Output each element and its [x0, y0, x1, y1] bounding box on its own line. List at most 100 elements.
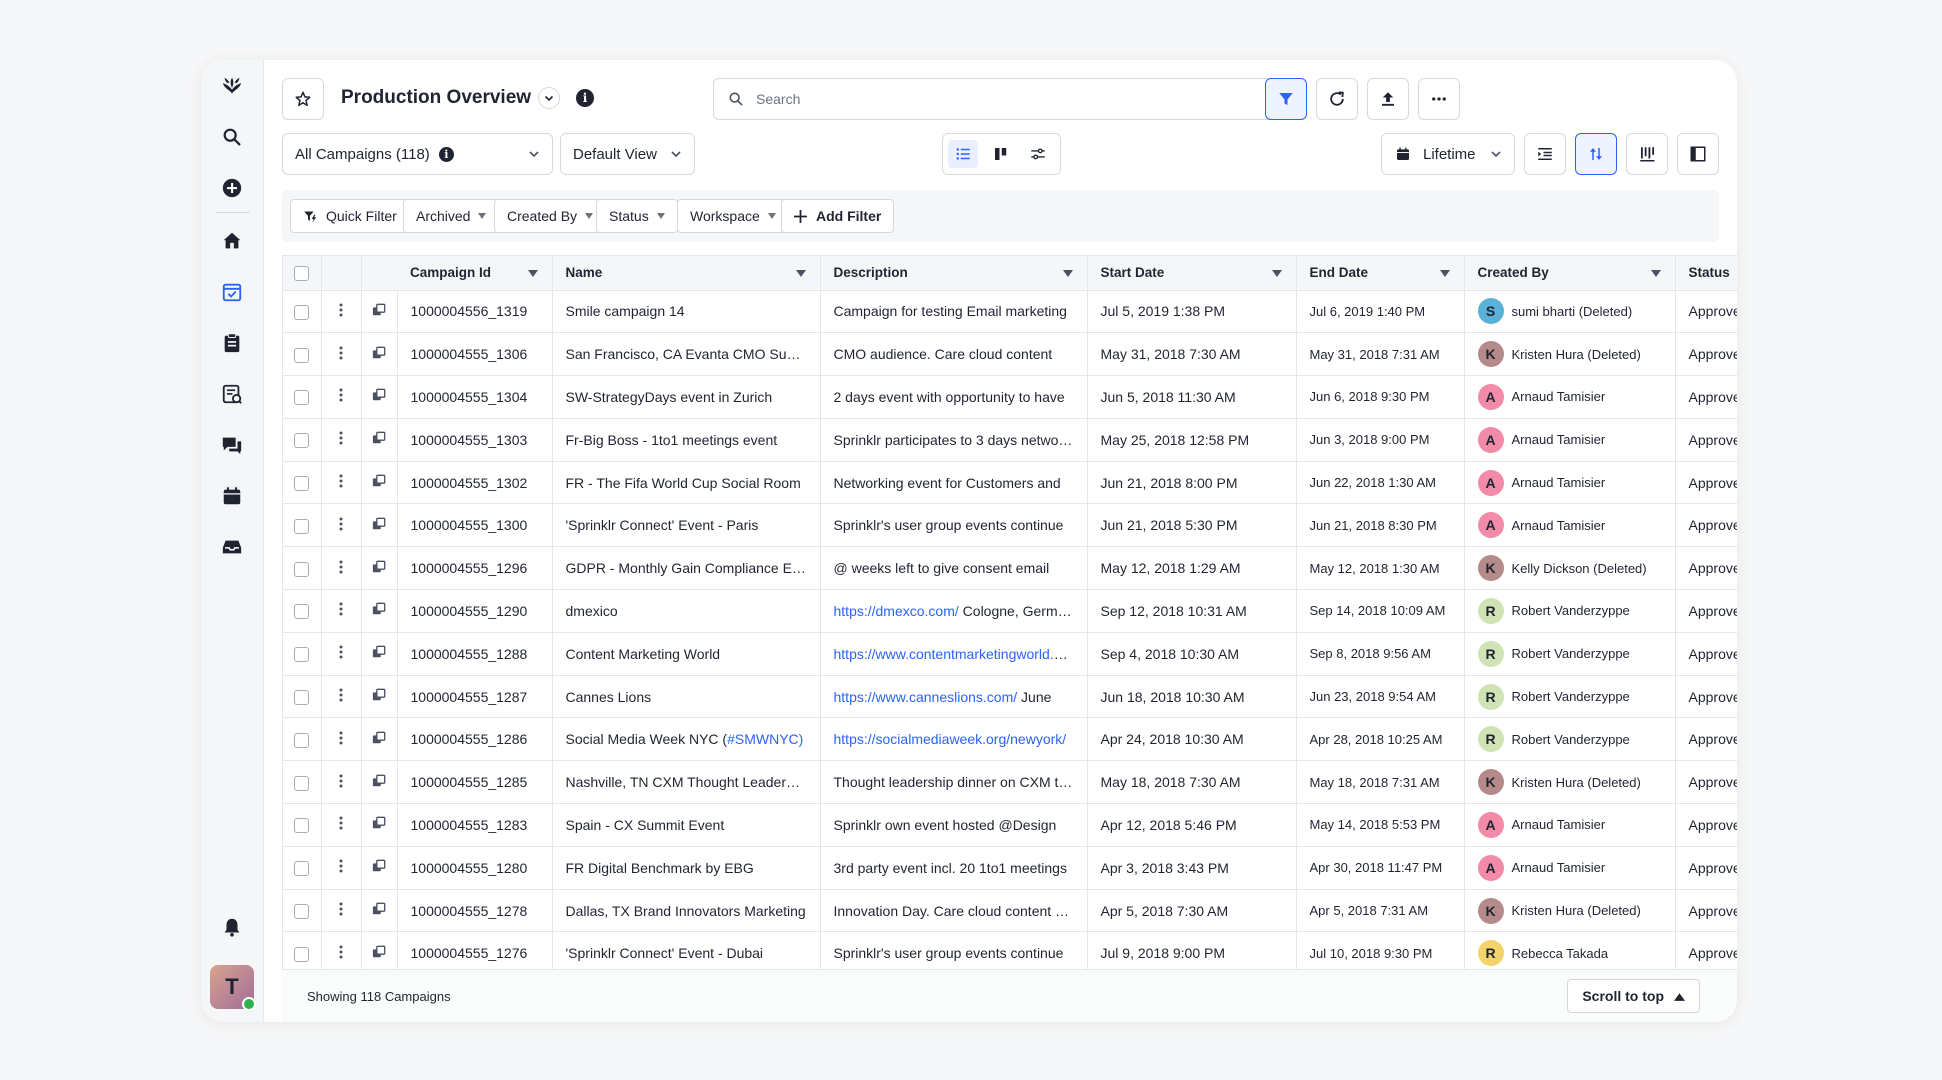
- row-actions-kebab-icon[interactable]: [339, 816, 343, 830]
- table-row[interactable]: 1000004555_1287 Cannes Lions https://www.c…: [283, 675, 1737, 719]
- row-checkbox[interactable]: [294, 903, 309, 919]
- description-link[interactable]: https://www.contentmarketingworld.com/: [834, 646, 1085, 662]
- row-actions-kebab-icon[interactable]: [339, 945, 343, 959]
- table-row[interactable]: 1000004555_1300 'Sprinklr Connect' Event …: [283, 503, 1737, 548]
- table-row[interactable]: 1000004555_1276 'Sprinklr Connect' Event …: [283, 931, 1737, 969]
- row-checkbox[interactable]: [294, 732, 309, 748]
- campaign-name[interactable]: Spain - CX Summit Event: [566, 817, 725, 833]
- description-link[interactable]: https://dmexco.com/: [834, 603, 959, 619]
- campaign-name[interactable]: SW-StrategyDays event in Zurich: [566, 389, 773, 405]
- search-icon[interactable]: [218, 123, 246, 151]
- table-row[interactable]: 1000004555_1278 Dallas, TX Brand Innovato…: [283, 889, 1737, 933]
- row-actions-kebab-icon[interactable]: [339, 431, 343, 445]
- add-icon[interactable]: [218, 174, 246, 202]
- row-actions-kebab-icon[interactable]: [339, 774, 343, 788]
- campaign-name[interactable]: 'Sprinklr Connect' Event - Dubai: [566, 945, 764, 961]
- scroll-to-top-button[interactable]: Scroll to top: [1567, 979, 1700, 1013]
- export-button[interactable]: [1367, 78, 1409, 120]
- campaign-name[interactable]: GDPR - Monthly Gain Compliance Email: [566, 560, 818, 576]
- row-actions-kebab-icon[interactable]: [339, 645, 343, 659]
- row-actions-kebab-icon[interactable]: [339, 688, 343, 702]
- title-dropdown-button[interactable]: [538, 87, 560, 109]
- sprinklr-logo-icon[interactable]: [218, 72, 246, 100]
- campaign-name[interactable]: FR - The Fifa World Cup Social Room: [566, 475, 801, 491]
- campaign-select[interactable]: All Campaigns (118) i: [282, 133, 553, 175]
- board-view-button[interactable]: [986, 140, 1016, 168]
- row-actions-kebab-icon[interactable]: [339, 602, 343, 616]
- row-checkbox[interactable]: [294, 347, 309, 363]
- info-icon[interactable]: i: [576, 89, 594, 107]
- notifications-bell-icon[interactable]: [218, 913, 246, 941]
- row-checkbox[interactable]: [294, 818, 309, 834]
- report-icon[interactable]: [218, 380, 246, 408]
- table-row[interactable]: 1000004555_1303 Fr-Big Boss - 1to1 meetin…: [283, 418, 1737, 462]
- add-filter-button[interactable]: Add Filter: [781, 199, 895, 233]
- row-checkbox[interactable]: [294, 390, 309, 406]
- workspace-filter-chip[interactable]: Workspace: [677, 199, 789, 233]
- row-checkbox[interactable]: [294, 647, 309, 663]
- row-checkbox[interactable]: [294, 518, 309, 534]
- table-row[interactable]: 1000004555_1302 FR - The Fifa World Cup S…: [283, 461, 1737, 505]
- row-actions-kebab-icon[interactable]: [339, 388, 343, 402]
- archived-filter-chip[interactable]: Archived: [403, 199, 500, 233]
- description-link[interactable]: https://socialmediaweek.org/newyork/: [834, 731, 1067, 747]
- row-checkbox[interactable]: [294, 604, 309, 620]
- campaign-name[interactable]: Cannes Lions: [566, 689, 652, 705]
- list-view-button[interactable]: [948, 140, 978, 168]
- campaign-name[interactable]: Nashville, TN CXM Thought Leadership: [566, 774, 812, 790]
- row-checkbox[interactable]: [294, 433, 309, 449]
- row-actions-kebab-icon[interactable]: [339, 902, 343, 916]
- column-header-campaign-id[interactable]: Campaign Id: [397, 256, 553, 291]
- campaign-name[interactable]: FR Digital Benchmark by EBG: [566, 860, 754, 876]
- campaign-name-link[interactable]: #SMWNYC): [727, 731, 803, 747]
- campaign-name[interactable]: dmexico: [566, 603, 618, 619]
- table-row[interactable]: 1000004555_1290 dmexico https://dmexco.com…: [283, 589, 1737, 633]
- select-all-checkbox[interactable]: [294, 265, 309, 281]
- search-input[interactable]: [756, 91, 1256, 107]
- table-row[interactable]: 1000004556_1319 Smile campaign 14 Campaign…: [283, 290, 1737, 334]
- table-row[interactable]: 1000004555_1304 SW-StrategyDays event in …: [283, 375, 1737, 419]
- row-actions-kebab-icon[interactable]: [339, 731, 343, 745]
- row-actions-kebab-icon[interactable]: [339, 560, 343, 574]
- campaign-name[interactable]: Fr-Big Boss - 1to1 meetings event: [566, 432, 778, 448]
- campaign-name[interactable]: Dallas, TX Brand Innovators Marketing: [566, 903, 806, 919]
- column-header-description[interactable]: Description: [820, 256, 1088, 291]
- table-row[interactable]: 1000004555_1286 Social Media Week NYC (#S…: [283, 717, 1737, 762]
- table-row[interactable]: 1000004555_1296 GDPR - Monthly Gain Compl…: [283, 546, 1737, 591]
- home-icon[interactable]: [218, 227, 246, 255]
- date-range-select[interactable]: Lifetime: [1381, 133, 1515, 175]
- column-header-created-by[interactable]: Created By: [1464, 256, 1676, 291]
- row-checkbox[interactable]: [294, 775, 309, 791]
- table-row[interactable]: 1000004555_1283 Spain - CX Summit Event Sp…: [283, 803, 1737, 847]
- description-link[interactable]: https://www.canneslions.com/: [834, 689, 1018, 705]
- favorite-button[interactable]: [282, 78, 324, 120]
- row-checkbox[interactable]: [294, 304, 309, 320]
- row-actions-kebab-icon[interactable]: [339, 346, 343, 360]
- created-by-filter-chip[interactable]: Created By: [494, 199, 607, 233]
- campaign-name[interactable]: 'Sprinklr Connect' Event - Paris: [566, 517, 759, 533]
- column-header-status[interactable]: Status: [1675, 256, 1737, 291]
- row-actions-kebab-icon[interactable]: [339, 859, 343, 873]
- refresh-button[interactable]: [1316, 78, 1358, 120]
- column-header-end-date[interactable]: End Date: [1296, 256, 1465, 291]
- filter-button[interactable]: [1265, 78, 1307, 120]
- status-filter-chip[interactable]: Status: [596, 199, 678, 233]
- table-row[interactable]: 1000004555_1285 Nashville, TN CXM Thought…: [283, 760, 1737, 805]
- search-bar[interactable]: [713, 78, 1289, 120]
- row-actions-kebab-icon[interactable]: [339, 303, 343, 317]
- columns-button[interactable]: [1626, 133, 1668, 175]
- table-row[interactable]: 1000004555_1306 San Francisco, CA Evanta …: [283, 332, 1737, 377]
- row-actions-kebab-icon[interactable]: [339, 474, 343, 488]
- indent-button[interactable]: [1524, 133, 1566, 175]
- campaign-name[interactable]: San Francisco, CA Evanta CMO Summit: [566, 346, 817, 362]
- table-row[interactable]: 1000004555_1288 Content Marketing World ht…: [283, 632, 1737, 676]
- planner-icon[interactable]: [218, 278, 246, 306]
- row-checkbox[interactable]: [294, 861, 309, 877]
- panel-toggle-button[interactable]: [1677, 133, 1719, 175]
- view-select[interactable]: Default View: [560, 133, 695, 175]
- column-header-start-date[interactable]: Start Date: [1087, 256, 1297, 291]
- row-checkbox[interactable]: [294, 475, 309, 491]
- campaign-name[interactable]: Content Marketing World: [566, 646, 721, 662]
- table-row[interactable]: 1000004555_1280 FR Digital Benchmark by E…: [283, 846, 1737, 890]
- row-actions-kebab-icon[interactable]: [339, 517, 343, 531]
